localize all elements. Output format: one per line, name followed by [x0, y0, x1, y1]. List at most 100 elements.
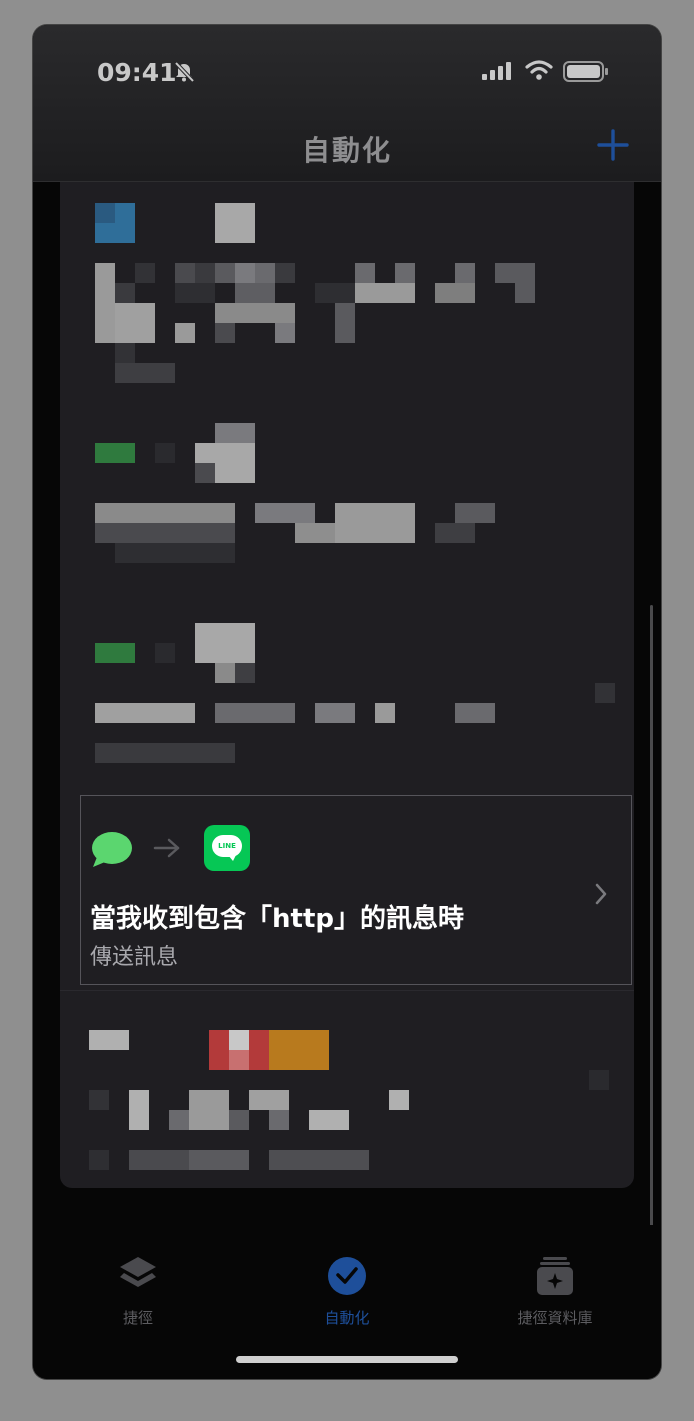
line-app-icon-tail [228, 855, 236, 861]
phone-screen: 09:41 自動化 LINE 當我收到包含「http」的訊息時 傳送訊息 捷徑 … [33, 25, 661, 1379]
layers-icon [120, 1257, 156, 1287]
tab-automation[interactable]: 自動化 [267, 1255, 427, 1328]
redacted-block [115, 543, 235, 563]
redacted-block [175, 323, 195, 343]
divider [60, 990, 634, 991]
redacted-block [95, 503, 235, 523]
redacted-block [435, 523, 475, 543]
redacted-block [215, 703, 295, 723]
redacted-block [495, 263, 535, 283]
redacted-block [375, 703, 395, 723]
redacted-block [229, 1110, 249, 1130]
redacted-block [315, 283, 355, 303]
redacted-block [235, 283, 275, 303]
redacted-block [95, 743, 235, 763]
redacted-app-icon [95, 443, 135, 463]
redacted-app-icon [95, 643, 135, 663]
redacted-block [189, 1090, 229, 1130]
redacted-block [455, 703, 495, 723]
redacted-block [355, 263, 375, 283]
redacted-block [95, 523, 235, 543]
add-automation-button[interactable] [597, 129, 629, 161]
redacted-block [455, 263, 475, 283]
redacted-block [95, 203, 115, 223]
redacted-block [115, 303, 155, 343]
redacted-block [229, 1030, 249, 1050]
redacted-block [195, 463, 215, 483]
messages-app-icon [92, 832, 132, 867]
redacted-block [275, 323, 295, 343]
redacted-block [215, 323, 235, 343]
clock-check-icon [328, 1257, 366, 1295]
redacted-block [189, 1150, 249, 1170]
tab-label: 捷徑資料庫 [517, 1309, 593, 1327]
arrow-right-icon [153, 838, 180, 858]
redacted-block [229, 1050, 249, 1070]
redacted-block [175, 283, 215, 303]
page-title: 自動化 [301, 134, 392, 167]
line-app-icon: LINE [204, 825, 250, 871]
redacted-block [195, 263, 215, 283]
redacted-block [435, 283, 475, 303]
redacted-block [155, 443, 175, 463]
redacted-block [95, 263, 115, 343]
redacted-block [269, 1150, 369, 1170]
redacted-block [295, 523, 335, 543]
redacted-block [355, 283, 415, 303]
redacted-block [589, 1070, 609, 1090]
redacted-block [269, 1110, 289, 1130]
redacted-block [309, 1110, 349, 1130]
redacted-app-icon [269, 1030, 329, 1070]
redacted-block [175, 263, 195, 283]
status-time: 09:41 [97, 58, 177, 87]
redacted-block [215, 203, 255, 243]
automation-list: LINE 當我收到包含「http」的訊息時 傳送訊息 [60, 182, 634, 1188]
redacted-block [255, 503, 315, 523]
redacted-block [315, 703, 355, 723]
redacted-block [395, 263, 415, 283]
redacted-block [235, 663, 255, 683]
redacted-block [389, 1090, 409, 1110]
redacted-block [335, 503, 415, 543]
redacted-block [89, 1150, 109, 1170]
redacted-block [89, 1090, 109, 1110]
redacted-block [215, 423, 255, 443]
home-indicator[interactable] [236, 1356, 458, 1363]
redacted-block [89, 1030, 129, 1050]
battery-icon [563, 61, 608, 82]
automation-title: 當我收到包含「http」的訊息時 [90, 904, 464, 934]
cellular-signal-icon [482, 62, 511, 80]
redacted-block [115, 363, 175, 383]
redacted-block [115, 283, 135, 303]
redacted-block [169, 1110, 189, 1130]
tab-shortcuts[interactable]: 捷徑 [58, 1255, 218, 1328]
redacted-block [235, 263, 255, 283]
redacted-block [129, 1090, 149, 1130]
chevron-right-icon [595, 883, 607, 905]
redacted-block [455, 503, 495, 523]
silent-bell-icon [174, 61, 195, 83]
tab-label: 自動化 [324, 1309, 370, 1327]
nav-header: 09:41 自動化 [33, 25, 661, 182]
tab-label: 捷徑 [122, 1309, 153, 1327]
redacted-block [195, 623, 255, 663]
redacted-block [155, 643, 175, 663]
redacted-block [95, 703, 195, 723]
scrollbar[interactable] [650, 605, 653, 1240]
redacted-block [215, 263, 235, 283]
redacted-block [135, 263, 155, 283]
tab-gallery[interactable]: 捷徑資料庫 [475, 1255, 635, 1328]
gallery-icon [537, 1257, 573, 1295]
automation-subtitle: 傳送訊息 [90, 945, 179, 970]
wifi-icon [525, 60, 553, 80]
redacted-block [515, 283, 535, 303]
line-app-icon-text: LINE [212, 835, 242, 857]
redacted-block [275, 263, 295, 283]
redacted-block [255, 263, 275, 283]
automation-list-item[interactable]: LINE 當我收到包含「http」的訊息時 傳送訊息 [80, 795, 632, 985]
redacted-block [595, 683, 615, 703]
redacted-block [249, 1090, 289, 1110]
redacted-block [335, 303, 355, 343]
redacted-block [215, 663, 235, 683]
redacted-block [115, 343, 135, 363]
